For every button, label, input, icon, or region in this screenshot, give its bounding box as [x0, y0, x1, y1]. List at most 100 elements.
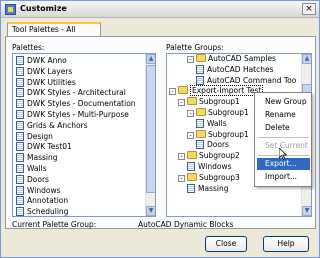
palette-list-item[interactable]: Scheduling	[16, 207, 69, 217]
customize-dialog: Customize × Tool Palettes - All Palettes…	[0, 0, 320, 258]
tree-node[interactable]: - Subgroup2	[178, 151, 240, 161]
collapse-icon[interactable]: -	[169, 88, 176, 96]
palette-icon	[16, 185, 24, 195]
palette-icon	[196, 64, 204, 74]
close-button[interactable]: Close	[205, 236, 247, 252]
palette-icon	[196, 118, 204, 128]
palette-list-item[interactable]: DWK Anno	[16, 56, 67, 66]
folder-icon	[196, 129, 206, 138]
pointer-cursor-icon	[279, 148, 287, 160]
palette-list-item[interactable]: DWK Styles - Multi-Purpose	[16, 110, 129, 120]
tree-node[interactable]: - Export-Import Test	[169, 85, 264, 97]
palette-list-item[interactable]: Windows	[16, 185, 61, 196]
scroll-down-icon[interactable]: ▼	[146, 206, 155, 216]
palette-list-item-label: DWK Styles - Architectural	[27, 88, 126, 98]
collapse-icon[interactable]: -	[187, 131, 194, 139]
palette-list-item[interactable]: Grids & Anchors	[16, 120, 88, 131]
palette-list-item[interactable]: DWK Utilities	[16, 77, 76, 88]
tree-node[interactable]: Doors	[196, 140, 229, 150]
palette-list-item[interactable]: DWK Styles - Architectural	[16, 88, 126, 98]
tree-node[interactable]: Windows	[187, 162, 231, 172]
palette-list-item[interactable]: Design	[16, 131, 53, 142]
collapse-icon[interactable]: -	[178, 174, 185, 182]
palette-list-item-label: DWK Test01	[27, 142, 72, 152]
palette-list-item-label: DWK Styles - Documentation	[27, 99, 136, 109]
collapse-icon[interactable]: -	[187, 110, 194, 117]
palette-list-item[interactable]: DWK Layers	[16, 66, 72, 77]
folder-icon	[187, 151, 197, 160]
tree-node[interactable]: Massing	[187, 183, 228, 194]
tree-node[interactable]: - Subgroup1	[187, 108, 249, 118]
palette-icon	[16, 110, 24, 119]
tree-node-label: Windows	[198, 162, 232, 171]
tree-node-label: Subgroup1	[208, 108, 249, 117]
window-title: Customize	[20, 4, 67, 13]
scroll-up-icon[interactable]: ▲	[146, 54, 155, 64]
collapse-icon[interactable]: -	[178, 99, 185, 107]
collapse-icon[interactable]: -	[178, 153, 185, 161]
palette-icon	[16, 153, 24, 163]
tree-node[interactable]: - Subgroup1	[178, 97, 240, 107]
tab-tool-palettes[interactable]: Tool Palettes - All Palettes	[7, 22, 101, 45]
tree-node[interactable]: AutoCAD Hatches	[196, 64, 274, 75]
palette-list-item-label: Massing	[27, 153, 58, 163]
palette-list-item-label: DWK Styles - Multi-Purpose	[27, 110, 129, 119]
palettes-list[interactable]: ▲ ▼ DWK Anno DWK Layers DWK Utilities DWK S…	[12, 53, 156, 217]
close-icon[interactable]: ×	[302, 3, 316, 15]
palette-icon	[16, 207, 24, 216]
palette-icon	[16, 88, 24, 98]
tree-node[interactable]: AutoCAD Command Too	[196, 75, 297, 86]
palette-list-item-label: DWK Utilities	[27, 77, 76, 87]
palette-list-item-label: Design	[27, 131, 53, 141]
folder-icon	[178, 86, 188, 95]
palette-icon	[16, 77, 24, 87]
scroll-thumb[interactable]	[146, 65, 155, 193]
folder-icon	[196, 108, 206, 116]
palette-icon	[16, 142, 24, 152]
palette-icon	[16, 196, 24, 206]
palette-icon	[16, 174, 24, 184]
palettes-label: Palettes:	[12, 43, 45, 52]
tree-node[interactable]: - AutoCAD Samples	[187, 54, 276, 64]
help-button[interactable]: Help	[263, 236, 309, 252]
tree-node-label: AutoCAD Samples	[208, 54, 276, 63]
palette-icon	[187, 162, 195, 171]
folder-icon	[187, 97, 197, 106]
tree-node-label: Export-Import Test	[190, 85, 264, 97]
title-bar[interactable]: Customize ×	[1, 1, 319, 18]
palette-list-item[interactable]: Doors	[16, 174, 49, 185]
palette-list-item-label: Scheduling	[27, 207, 69, 217]
tree-node[interactable]: - Subgroup3	[178, 172, 240, 183]
palette-list-item[interactable]: Massing	[16, 153, 57, 163]
palette-list-item-label: Grids & Anchors	[27, 120, 88, 130]
menu-item-delete[interactable]: Delete	[257, 122, 310, 134]
tree-node[interactable]: - Subgroup1	[187, 129, 249, 140]
collapse-icon[interactable]: -	[187, 56, 194, 63]
scroll-up-icon[interactable]: ▲	[302, 54, 311, 64]
palette-list-item-label: Windows	[27, 185, 61, 195]
menu-item-new-group[interactable]: New Group	[257, 96, 310, 108]
palette-icon	[16, 120, 24, 130]
palettes-scrollbar[interactable]: ▲ ▼	[145, 54, 155, 216]
tree-node-label: AutoCAD Command Too	[207, 75, 297, 85]
tree-node-label: AutoCAD Hatches	[207, 64, 274, 74]
tree-node-label: Subgroup2	[199, 151, 240, 161]
palette-icon	[16, 56, 24, 65]
palette-icon	[16, 99, 24, 109]
scroll-down-icon[interactable]: ▼	[302, 206, 311, 216]
palette-list-item[interactable]: Walls	[16, 164, 47, 174]
palette-list-item[interactable]: Annotation	[16, 196, 68, 206]
palette-icon	[16, 131, 24, 141]
menu-item-import[interactable]: Import...	[257, 171, 310, 183]
palette-list-item-label: Doors	[27, 174, 49, 184]
palette-list-item[interactable]: DWK Styles - Documentation	[16, 99, 136, 109]
menu-item-rename[interactable]: Rename	[257, 109, 310, 121]
palette-icon	[196, 75, 204, 85]
tree-node-label: Subgroup1	[208, 129, 249, 139]
tree-node-label: Walls	[207, 118, 227, 128]
current-group-value: AutoCAD Dynamic Blocks	[138, 220, 234, 229]
palette-list-item[interactable]: DWK Test01	[16, 142, 72, 152]
palette-icon	[16, 66, 24, 76]
tree-node[interactable]: Walls	[196, 118, 227, 129]
palette-list-item-label: DWK Anno	[27, 56, 67, 65]
